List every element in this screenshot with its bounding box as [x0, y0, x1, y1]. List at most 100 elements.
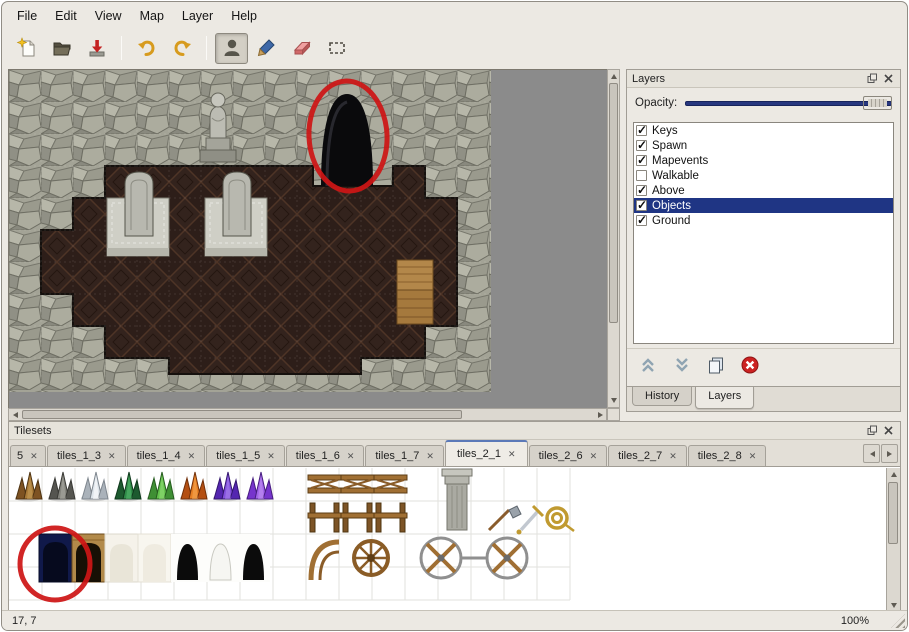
tab-close-button[interactable]: ✕ [669, 451, 677, 462]
menu-item-view[interactable]: View [86, 5, 131, 27]
tab-close-button[interactable]: ✕ [30, 451, 38, 462]
float-panel-button[interactable] [866, 72, 879, 85]
tileset-vertical-scrollbar[interactable] [886, 468, 900, 611]
right-arrow-icon [887, 451, 895, 457]
layer-row-objects[interactable]: Objects [634, 198, 893, 213]
layer-label: Objects [652, 200, 691, 212]
close-panel-button[interactable] [882, 72, 895, 85]
scrollbar-thumb[interactable] [609, 83, 618, 323]
layer-row-walkable[interactable]: Walkable [634, 168, 893, 183]
raise-layer-button[interactable] [637, 354, 659, 376]
scroll-right-icon[interactable] [595, 409, 606, 421]
tab-label: tiles_1_4 [137, 450, 181, 462]
menu-item-help[interactable]: Help [222, 5, 266, 27]
tileset-tab-5[interactable]: tiles_1_7 ✕ [365, 445, 444, 466]
tab-close-button[interactable]: ✕ [267, 451, 275, 462]
layer-actions [627, 348, 900, 380]
close-panel-button[interactable] [882, 424, 895, 437]
duplicate-layer-button[interactable] [705, 354, 727, 376]
tab-scroll-right-button[interactable] [881, 444, 898, 463]
tab-close-button[interactable]: ✕ [347, 451, 355, 462]
tileset-tab-4[interactable]: tiles_1_6 ✕ [286, 445, 365, 466]
tab-label: tiles_1_3 [57, 450, 101, 462]
scroll-down-icon[interactable] [608, 395, 619, 407]
dock-tab-label: History [645, 390, 679, 402]
layer-visibility-checkbox[interactable] [636, 170, 647, 181]
open-map-button[interactable] [45, 33, 78, 64]
canvas-horizontal-scrollbar[interactable] [8, 408, 607, 421]
tilesets-panel-title: Tilesets [14, 425, 52, 437]
layer-visibility-checkbox[interactable] [636, 200, 647, 211]
tileset-tab-2[interactable]: tiles_1_4 ✕ [127, 445, 206, 466]
scrollbar-thumb[interactable] [22, 410, 462, 419]
toolbar-separator [206, 36, 207, 60]
menu-item-edit[interactable]: Edit [46, 5, 86, 27]
tileset-tab-8[interactable]: tiles_2_7 ✕ [608, 445, 687, 466]
tab-close-button[interactable]: ✕ [508, 449, 516, 460]
tab-label: tiles_2_1 [457, 448, 501, 460]
tab-close-button[interactable]: ✕ [426, 451, 434, 462]
layer-label: Spawn [652, 140, 687, 152]
tileset-tab-1[interactable]: tiles_1_3 ✕ [47, 445, 126, 466]
layer-row-mapevents[interactable]: Mapevents [634, 153, 893, 168]
menu-item-layer[interactable]: Layer [173, 5, 222, 27]
tab-close-button[interactable]: ✕ [749, 451, 757, 462]
draw-tool-button[interactable] [250, 33, 283, 64]
canvas-vertical-scrollbar[interactable] [607, 69, 620, 408]
tab-close-button[interactable]: ✕ [590, 451, 598, 462]
layers-panel-header: Layers [627, 70, 900, 88]
tab-close-button[interactable]: ✕ [188, 451, 196, 462]
left-arrow-icon [867, 451, 875, 457]
chevron-up-icon [638, 355, 658, 375]
layer-visibility-checkbox[interactable] [636, 140, 647, 151]
tab-label: tiles_2_7 [618, 450, 662, 462]
eraser-tool-button[interactable] [285, 33, 318, 64]
redo-button[interactable] [165, 33, 198, 64]
menu-item-file[interactable]: File [8, 5, 46, 27]
undo-button[interactable] [130, 33, 163, 64]
layer-visibility-checkbox[interactable] [636, 155, 647, 166]
tileset-tab-0[interactable]: 5 ✕ [10, 445, 46, 466]
layer-label: Mapevents [652, 155, 708, 167]
map-canvas[interactable] [8, 69, 607, 408]
tileset-tab-7[interactable]: tiles_2_6 ✕ [529, 445, 608, 466]
layer-visibility-checkbox[interactable] [636, 215, 647, 226]
slider-handle[interactable] [863, 96, 892, 110]
scroll-left-icon[interactable] [9, 409, 20, 421]
tileset-tab-6[interactable]: tiles_2_1 ✕ [445, 440, 528, 466]
layer-row-ground[interactable]: Ground [634, 213, 893, 228]
tab-label: tiles_1_5 [216, 450, 260, 462]
tab-scroll-left-button[interactable] [863, 444, 880, 463]
dock-tab-history[interactable]: History [632, 387, 692, 406]
selected-door-tile [39, 534, 72, 582]
resize-grip[interactable] [891, 614, 905, 628]
scroll-up-icon[interactable] [608, 70, 619, 82]
select-tool-button[interactable] [320, 33, 353, 64]
new-map-button[interactable] [10, 33, 43, 64]
tileset-tab-3[interactable]: tiles_1_5 ✕ [206, 445, 285, 466]
tileset-tab-9[interactable]: tiles_2_8 ✕ [688, 445, 767, 466]
toolbar-separator [121, 36, 122, 60]
red-cross-circle-icon [740, 355, 760, 375]
dock-tab-layers[interactable]: Layers [695, 387, 754, 409]
menu-item-map[interactable]: Map [131, 5, 173, 27]
layer-row-keys[interactable]: Keys [634, 123, 893, 138]
stamp-tool-button[interactable] [215, 33, 248, 64]
layer-visibility-checkbox[interactable] [636, 185, 647, 196]
layer-visibility-checkbox[interactable] [636, 125, 647, 136]
delete-layer-button[interactable] [739, 354, 761, 376]
tab-close-button[interactable]: ✕ [108, 451, 116, 462]
float-panel-button[interactable] [866, 424, 879, 437]
tileset-canvas[interactable] [9, 467, 900, 611]
save-map-button[interactable] [80, 33, 113, 64]
opacity-slider[interactable] [685, 95, 892, 111]
scrollbar-thumb[interactable] [888, 482, 898, 544]
scroll-up-icon[interactable] [888, 468, 899, 480]
layer-row-above[interactable]: Above [634, 183, 893, 198]
layers-panel: Layers Opacity: [626, 69, 901, 412]
white-opening-tile [204, 534, 237, 582]
lower-layer-button[interactable] [671, 354, 693, 376]
tilesets-panel: Tilesets 5 ✕ [8, 421, 901, 612]
layer-row-spawn[interactable]: Spawn [634, 138, 893, 153]
pen-icon [256, 37, 278, 59]
